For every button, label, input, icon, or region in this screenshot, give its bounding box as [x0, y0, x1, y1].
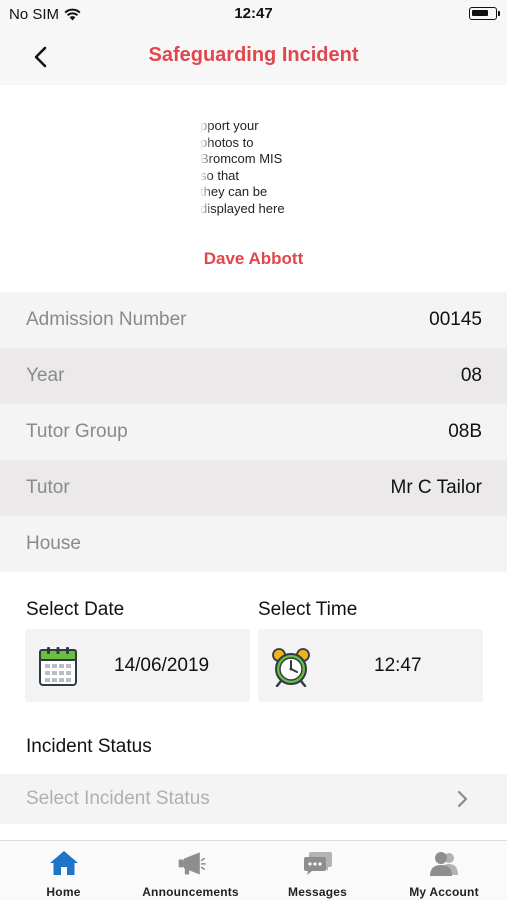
row-value: Mr C Tailor	[390, 477, 483, 498]
home-icon	[49, 851, 78, 875]
time-value: 12:47	[374, 655, 422, 676]
battery-icon	[469, 7, 500, 20]
admission-number-row: Admission Number 00145	[0, 292, 507, 348]
incident-status-placeholder: Select Incident Status	[26, 788, 210, 809]
time-picker[interactable]: 12:47	[258, 629, 483, 702]
account-icon	[430, 852, 458, 876]
megaphone-icon	[178, 852, 206, 875]
incident-status-label: Incident Status	[26, 736, 152, 757]
row-label: Tutor	[26, 477, 70, 498]
tab-home[interactable]: Home	[0, 841, 127, 900]
tutor-row: Tutor Mr C Tailor	[0, 460, 507, 516]
chevron-right-icon	[457, 790, 468, 808]
row-value: 00145	[429, 309, 482, 330]
year-row: Year 08	[0, 348, 507, 404]
tab-label: Messages	[288, 885, 347, 899]
page-title: Safeguarding Incident	[148, 44, 359, 66]
tutor-group-row: Tutor Group 08B	[0, 404, 507, 460]
alarm-clock-icon	[272, 648, 310, 687]
row-value: 08B	[448, 421, 482, 442]
student-name: Dave Abbott	[203, 249, 304, 268]
navigation-bar: Safeguarding Incident	[0, 28, 507, 85]
calendar-icon	[39, 647, 77, 686]
tab-bar: Home Announcements Messages My Account	[0, 840, 507, 900]
status-bar: No SIM 12:47	[0, 0, 507, 28]
tab-my-account[interactable]: My Account	[381, 841, 507, 900]
row-label: House	[26, 533, 81, 554]
tab-label: Announcements	[142, 885, 239, 899]
tab-label: Home	[46, 885, 81, 899]
tab-messages[interactable]: Messages	[254, 841, 381, 900]
student-photo-area: pport your photos to Bromcom MIS so that…	[0, 85, 507, 292]
row-value: 08	[460, 365, 482, 386]
tab-label: My Account	[409, 885, 479, 899]
clock: 12:47	[234, 5, 273, 22]
tab-announcements[interactable]: Announcements	[127, 841, 254, 900]
incident-status-select[interactable]: Select Incident Status	[0, 774, 507, 824]
date-value: 14/06/2019	[114, 655, 210, 676]
row-label: Tutor Group	[26, 421, 128, 442]
house-row: House	[0, 516, 507, 572]
select-time-label: Select Time	[258, 599, 358, 620]
row-label: Admission Number	[26, 309, 187, 330]
date-picker[interactable]: 14/06/2019	[25, 629, 250, 702]
row-label: Year	[26, 365, 65, 386]
select-date-label: Select Date	[26, 599, 125, 620]
photo-placeholder-text: pport your photos to Bromcom MIS so that…	[200, 118, 292, 218]
messages-icon	[303, 852, 332, 875]
